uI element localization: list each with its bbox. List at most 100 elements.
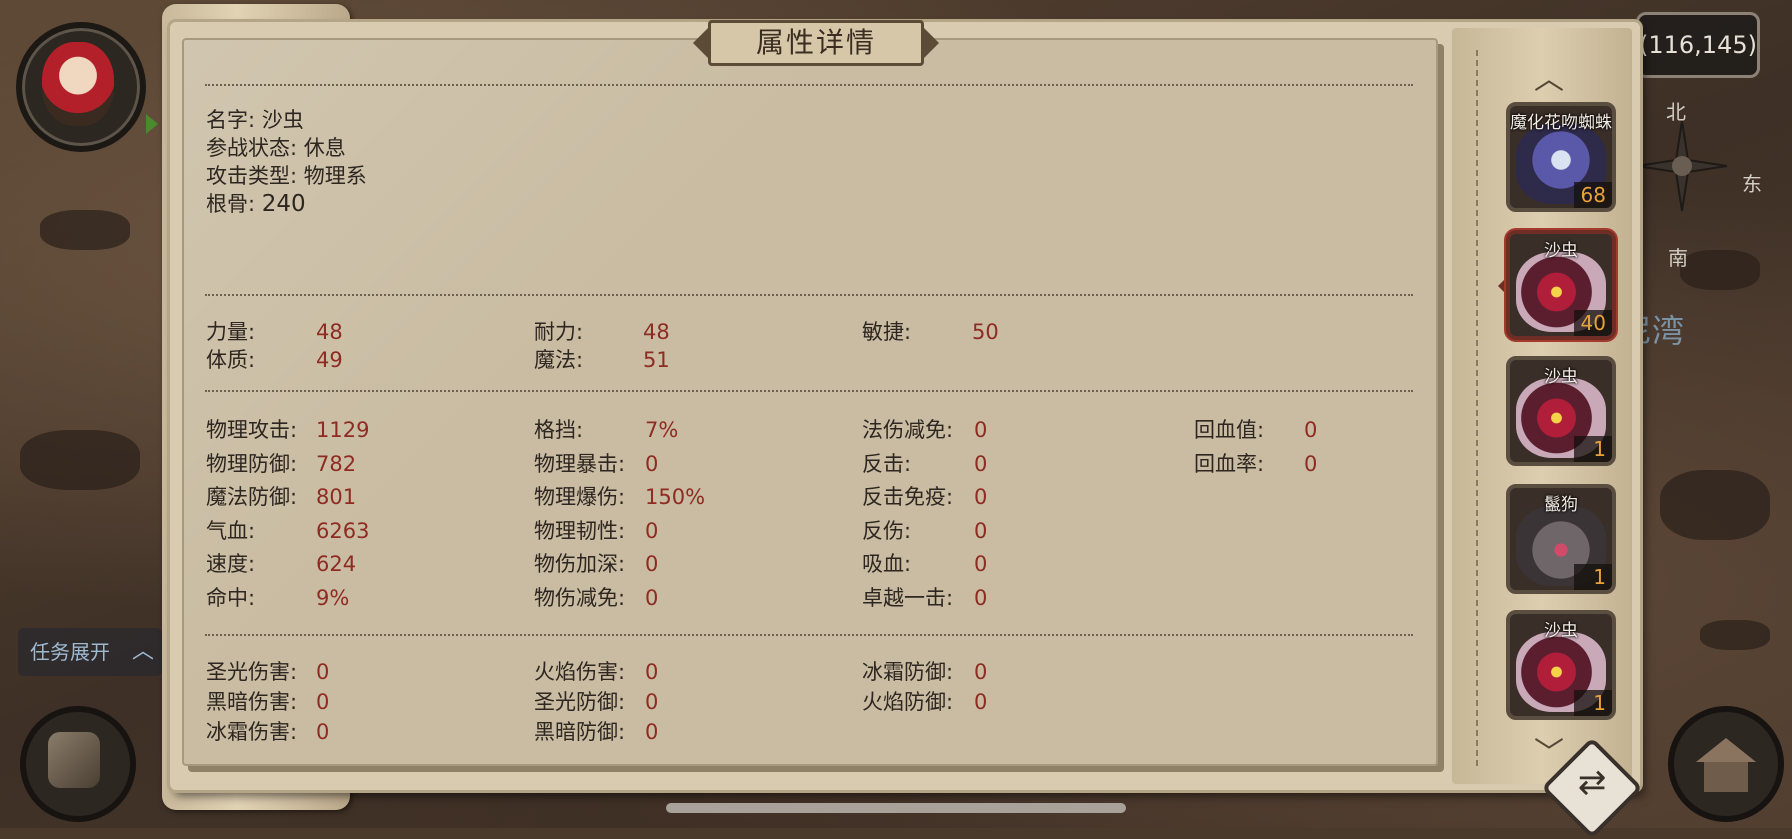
stat-label: 回血率: [1194,451,1265,476]
pet-name: 沙虫 [1544,621,1578,641]
stat-value: 0 [974,690,988,714]
attack-type-label: 攻击类型: [206,164,298,188]
stat-value: 801 [316,485,357,510]
name-row: 名字: 沙虫 [206,106,367,134]
task-expand-button[interactable]: 任务展开 ︿ [18,628,162,676]
stat-label: 圣光伤害: [206,660,298,684]
stat-value: 48 [316,320,343,344]
pet-list-rail [1476,50,1478,768]
stat-label: 速度: [206,552,256,577]
stat-value: 0 [974,485,988,510]
stat-label: 物伤加深: [534,552,626,577]
task-expand-label: 任务展开 [30,640,110,664]
stat-label: 物理韧性: [534,518,626,543]
name-label: 名字: [206,108,256,132]
home-icon-wall [1704,762,1748,792]
bag-icon [48,732,100,788]
bag-button[interactable] [20,706,136,822]
stat-value: 51 [643,348,670,372]
attribute-panel [182,38,1438,766]
player-avatar[interactable] [16,22,146,152]
stat-value: 0 [645,690,659,714]
stat-value: 0 [645,720,659,744]
home-button[interactable] [1668,706,1784,822]
stat-label: 魔法防御: [206,485,298,510]
stat-label: 敏捷: [862,320,912,344]
stat-value: 50 [972,320,999,344]
stat-value: 0 [974,586,988,610]
stat-value: 0 [1304,418,1318,442]
expand-arrow-icon[interactable] [146,114,158,134]
stat-value: 0 [1304,451,1318,476]
stat-label: 吸血: [862,552,912,577]
stat-value: 0 [974,518,988,543]
stat-value: 0 [645,451,659,476]
pet-level: 1 [1574,564,1612,590]
home-icon [1696,738,1756,762]
status-label: 参战状态: [206,136,298,160]
stat-value: 0 [974,552,988,577]
stat-value: 0 [974,451,988,476]
stat-label: 物伤减免: [534,586,626,610]
section-divider [205,294,1413,296]
stat-value: 150% [645,485,706,510]
stat-value: 6263 [316,518,370,543]
stat-label: 魔法: [534,348,584,372]
map-rock [20,430,140,490]
stat-label: 卓越一击: [862,586,954,610]
stat-value: 0 [645,518,659,543]
home-indicator-bar[interactable] [666,803,1126,813]
stat-label: 气血: [206,518,256,543]
stat-label: 反击免疫: [862,485,954,510]
pet-card[interactable]: 魔化花吻蜘蛛 68 [1506,102,1616,212]
status-row: 参战状态: 休息 [206,134,367,162]
stat-value: 48 [643,320,670,344]
map-rock [1680,250,1760,290]
section-divider [205,84,1413,86]
pet-card[interactable]: 鬣狗 1 [1506,484,1616,594]
compass-icon [1632,116,1732,216]
stat-label: 反伤: [862,518,912,543]
player-portrait-icon [42,42,114,126]
stat-label: 格挡: [534,418,584,442]
stat-value: 0 [974,418,988,442]
stat-value: 7% [645,418,679,442]
stat-label: 力量: [206,320,256,344]
coordinates-text: (116,145) [1639,31,1757,59]
chevron-up-icon: ︿ [131,639,154,664]
pet-name: 魔化花吻蜘蛛 [1510,113,1612,133]
root-row: 根骨: 240 [206,190,367,218]
stat-value: 0 [974,660,988,684]
name-value: 沙虫 [261,108,304,132]
scroll-up-icon[interactable]: ︿ [1534,54,1564,98]
pet-card[interactable]: 沙虫 40 [1506,230,1616,340]
compass-east-label: 东 [1742,172,1762,196]
stat-label: 圣光防御: [534,690,626,714]
stat-value: 0 [316,690,330,714]
pet-name: 沙虫 [1544,367,1578,387]
stat-label: 物理爆伤: [534,485,626,510]
pet-card[interactable]: 沙虫 1 [1506,356,1616,466]
stat-label: 冰霜防御: [862,660,954,684]
stat-value: 0 [316,660,330,684]
section-divider [205,390,1413,392]
pet-level: 68 [1574,182,1612,208]
stat-label: 黑暗伤害: [206,690,298,714]
panel-title: 属性详情 [693,20,939,66]
root-value: 240 [261,191,306,217]
pet-name: 沙虫 [1544,241,1578,261]
map-coordinates[interactable]: (116,145) [1636,12,1760,78]
pet-name: 鬣狗 [1544,495,1578,515]
stat-label: 反击: [862,451,912,476]
pet-level: 1 [1574,690,1612,716]
stat-value: 624 [316,552,357,577]
stat-label: 冰霜伤害: [206,720,298,744]
stat-value: 0 [316,720,330,744]
stat-label: 物理攻击: [206,418,298,442]
pet-card[interactable]: 沙虫 1 [1506,610,1616,720]
stat-label: 黑暗防御: [534,720,626,744]
root-label: 根骨: [206,192,256,216]
scroll-down-icon[interactable]: ﹀ [1534,728,1564,772]
stat-label: 物理防御: [206,451,298,476]
pet-level: 40 [1574,310,1612,336]
